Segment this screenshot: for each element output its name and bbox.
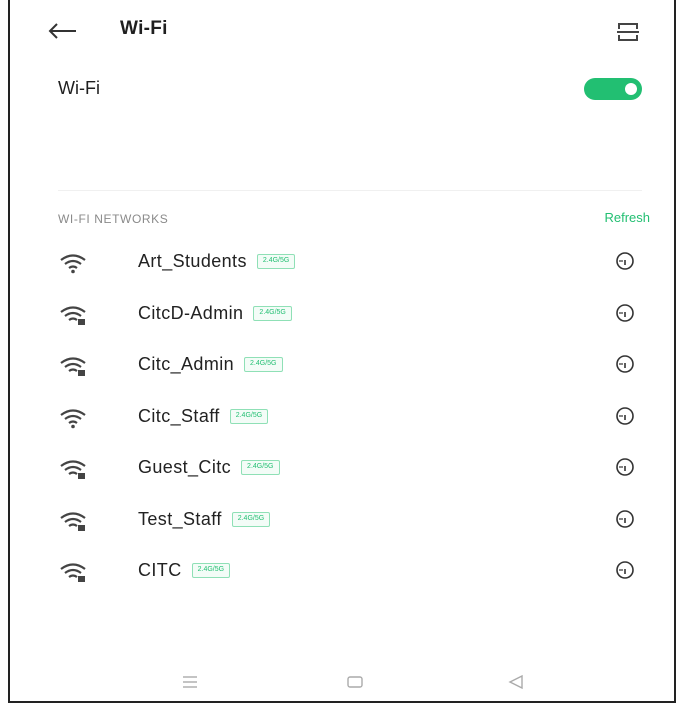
wifi-signal-icon xyxy=(58,252,88,274)
divider xyxy=(58,190,642,191)
info-icon xyxy=(616,303,634,322)
wifi-signal-locked-icon xyxy=(58,561,88,583)
phone-screen: Wi-Fi Wi-Fi WI-FI NETWORKS Refresh Art_S… xyxy=(8,0,676,703)
network-row[interactable]: Art_Students 2.4G/5G xyxy=(10,240,674,292)
network-row[interactable]: Guest_Citc 2.4G/5G xyxy=(10,446,674,498)
info-button[interactable] xyxy=(615,251,635,271)
wifi-signal-locked-icon xyxy=(58,304,88,326)
info-button[interactable] xyxy=(615,406,635,426)
nav-back-button[interactable] xyxy=(504,672,528,692)
info-icon xyxy=(616,561,634,579)
info-icon xyxy=(616,509,634,528)
wifi-toggle-switch[interactable] xyxy=(584,78,642,100)
toggle-knob xyxy=(625,83,637,95)
qr-scan-button[interactable] xyxy=(616,20,640,44)
wifi-signal-locked-icon xyxy=(58,458,88,480)
network-row[interactable]: Test_Staff 2.4G/5G xyxy=(10,498,674,550)
band-badge: 2.4G/5G xyxy=(241,460,280,475)
band-badge: 2.4G/5G xyxy=(244,357,283,372)
info-button[interactable] xyxy=(615,457,635,477)
network-name: Guest_Citc xyxy=(138,457,232,477)
wifi-signal-locked-icon xyxy=(58,510,88,532)
nav-home-button[interactable] xyxy=(343,672,367,692)
info-button[interactable] xyxy=(615,560,635,580)
info-button[interactable] xyxy=(615,303,635,323)
info-button[interactable] xyxy=(615,354,635,374)
band-badge: 2.4G/5G xyxy=(229,408,269,424)
top-bar: Wi-Fi xyxy=(10,0,674,62)
wifi-signal-locked-icon xyxy=(58,355,88,377)
network-row[interactable]: Citc_Staff 2.4G/5G xyxy=(10,395,674,447)
system-nav-bar xyxy=(10,666,674,702)
info-icon xyxy=(616,458,634,476)
wifi-signal-icon xyxy=(58,407,88,429)
band-badge: 2.4G/5G xyxy=(256,254,296,269)
networks-section-header: WI-FI NETWORKS Refresh xyxy=(10,210,674,230)
menu-icon xyxy=(183,676,197,688)
back-arrow-icon xyxy=(48,23,76,39)
network-name-wrap: Art_Students 2.4G/5G xyxy=(138,251,296,272)
refresh-button[interactable]: Refresh xyxy=(604,210,650,225)
network-name-wrap: Citc_Staff 2.4G/5G xyxy=(138,405,269,427)
wifi-toggle-label: Wi-Fi xyxy=(58,78,100,98)
network-name: Citc_Staff xyxy=(138,405,220,426)
network-name: CITC xyxy=(138,560,182,580)
network-name: Art_Students xyxy=(138,251,247,271)
network-name-wrap: Guest_Citc 2.4G/5G xyxy=(138,457,280,478)
network-row[interactable]: CitcD-Admin 2.4G/5G xyxy=(10,292,674,344)
info-icon xyxy=(616,406,634,425)
network-name: CitcD-Admin xyxy=(138,302,244,323)
network-name-wrap: CitcD-Admin 2.4G/5G xyxy=(138,303,292,324)
back-button[interactable] xyxy=(46,18,80,44)
network-list: Art_Students 2.4G/5G CitcD-Admin 2.4G/5G… xyxy=(10,240,674,601)
network-row[interactable]: CITC 2.4G/5G xyxy=(10,549,674,601)
network-row[interactable]: Citc_Admin 2.4G/5G xyxy=(10,343,674,395)
band-badge: 2.4G/5G xyxy=(191,563,231,578)
qr-scan-icon xyxy=(617,23,639,41)
wifi-toggle-row: Wi-Fi xyxy=(10,70,674,110)
page-title: Wi-Fi xyxy=(120,18,168,39)
network-name-wrap: Citc_Admin 2.4G/5G xyxy=(138,354,283,375)
info-button[interactable] xyxy=(615,509,635,529)
info-icon xyxy=(616,252,634,270)
section-title: WI-FI NETWORKS xyxy=(58,212,169,226)
band-badge: 2.4G/5G xyxy=(253,305,292,321)
nav-menu-button[interactable] xyxy=(178,672,202,692)
network-name-wrap: Test_Staff 2.4G/5G xyxy=(138,508,271,530)
network-name: Test_Staff xyxy=(138,508,222,529)
back-triangle-icon xyxy=(508,674,523,690)
info-icon xyxy=(616,355,634,373)
band-badge: 2.4G/5G xyxy=(231,511,271,527)
network-name-wrap: CITC 2.4G/5G xyxy=(138,560,231,581)
home-icon xyxy=(347,676,363,688)
network-name: Citc_Admin xyxy=(138,354,235,374)
